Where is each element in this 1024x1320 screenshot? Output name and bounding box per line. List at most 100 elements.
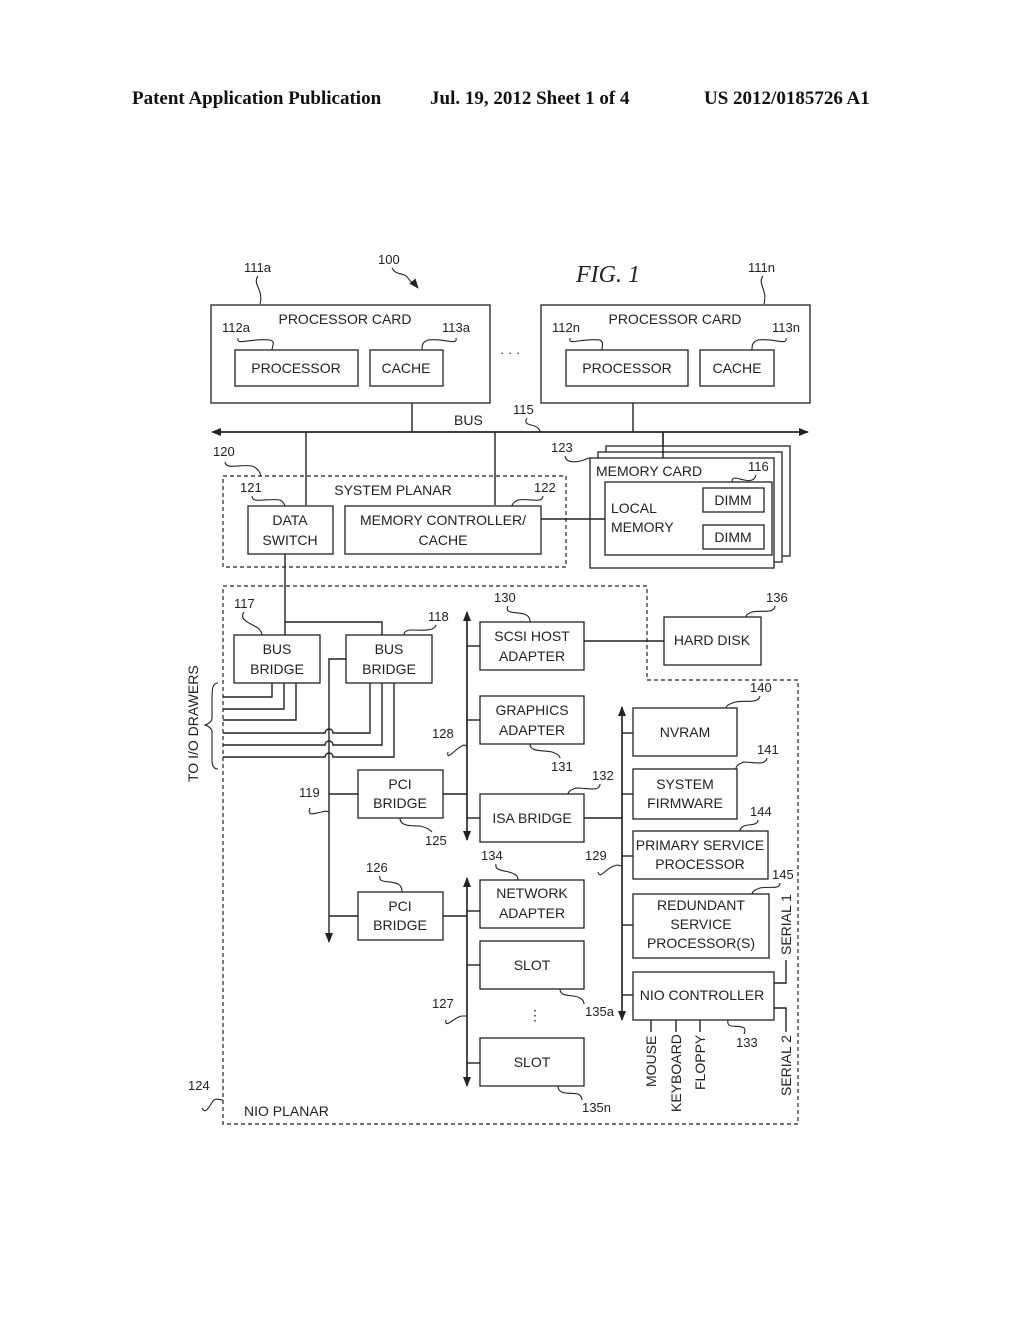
svg-text:LOCAL: LOCAL [611,500,657,516]
hard-disk: HARD DISK 136 [663,590,788,666]
svg-text:PROCESSOR(S): PROCESSOR(S) [647,935,755,951]
svg-text:ADAPTER: ADAPTER [499,722,565,738]
svg-text:DATA: DATA [272,512,308,528]
io-drawers-label: TO I/O DRAWERS [185,665,201,782]
svg-text:SCSI HOST: SCSI HOST [494,628,570,644]
svg-text:BUS: BUS [263,641,292,657]
figure-title: FIG. 1 [575,262,640,288]
svg-text:DIMM: DIMM [714,529,751,545]
svg-text:PCI: PCI [388,776,411,792]
svg-text:145: 145 [772,867,794,882]
processor-card-a: PROCESSOR CARD 111a PROCESSOR 112a CACHE… [210,260,491,404]
svg-text:NIO PLANAR: NIO PLANAR [244,1103,329,1119]
dimm-1: DIMM [702,487,765,513]
port-floppy: FLOPPY [692,1034,708,1090]
svg-text:132: 132 [592,768,614,783]
svg-text:MEMORY CONTROLLER/: MEMORY CONTROLLER/ [360,512,526,528]
slot-135a: SLOT 135a [479,940,615,1019]
pci-bridge-126: PCI BRIDGE 126 [329,860,467,941]
svg-text:SYSTEM: SYSTEM [656,776,714,792]
svg-text:113n: 113n [772,320,800,335]
svg-text:MEMORY: MEMORY [611,519,674,535]
svg-text:134: 134 [481,848,503,863]
processor-cards-ellipsis: · · · [500,345,520,360]
svg-text:NIO CONTROLLER: NIO CONTROLLER [640,987,764,1003]
svg-text:128: 128 [432,726,454,741]
svg-text:117: 117 [234,596,255,611]
port-serial-1: SERIAL 1 [778,894,794,955]
svg-text:PROCESSOR: PROCESSOR [582,360,671,376]
svg-text:144: 144 [750,804,772,819]
svg-text:PRIMARY SERVICE: PRIMARY SERVICE [636,837,764,853]
bus-bridge-117: BUS BRIDGE 117 [233,596,321,684]
svg-text:NETWORK: NETWORK [496,885,568,901]
port-serial-2: SERIAL 2 [778,1035,794,1096]
svg-text:126: 126 [366,860,388,875]
dimm-2: DIMM [702,524,765,550]
svg-text:127: 127 [432,996,454,1011]
slots-ellipsis: ⋮ [528,1007,542,1023]
svg-text:PROCESSOR CARD: PROCESSOR CARD [278,311,411,327]
svg-text:ADAPTER: ADAPTER [499,648,565,664]
svg-text:HARD DISK: HARD DISK [674,632,751,648]
svg-text:124: 124 [188,1078,210,1093]
svg-text:NVRAM: NVRAM [660,724,711,740]
svg-text:DIMM: DIMM [714,492,751,508]
pci-bridge-125: PCI BRIDGE 125 [329,769,467,848]
svg-text:121: 121 [240,480,262,495]
svg-text:PCI: PCI [388,898,411,914]
svg-text:BUS: BUS [375,641,404,657]
svg-text:MEMORY CARD: MEMORY CARD [596,463,702,479]
svg-text:122: 122 [534,480,556,495]
svg-text:GRAPHICS: GRAPHICS [495,702,568,718]
isa-bridge: ISA BRIDGE 132 [479,768,622,843]
svg-text:SYSTEM PLANAR: SYSTEM PLANAR [334,482,451,498]
svg-text:129: 129 [585,848,607,863]
memory-card: MEMORY CARD 123 LOCAL MEMORY 116 DIMM DI… [541,432,791,569]
svg-text:130: 130 [494,590,516,605]
svg-text:135a: 135a [585,1004,615,1019]
svg-text:123: 123 [551,440,573,455]
svg-text:BRIDGE: BRIDGE [362,661,416,677]
svg-text:120: 120 [213,444,235,459]
redundant-service-processor: REDUNDANT SERVICE PROCESSOR(S) 145 [632,867,794,959]
svg-text:118: 118 [428,609,449,624]
svg-text:PROCESSOR: PROCESSOR [655,856,744,872]
svg-text:125: 125 [425,833,447,848]
data-switch: DATA SWITCH 121 [240,480,334,555]
svg-text:BRIDGE: BRIDGE [373,917,427,933]
port-keyboard: KEYBOARD [668,1034,684,1112]
slot-135n: SLOT 135n [479,1037,611,1115]
block-diagram: FIG. 1 100 PROCESSOR CARD 111a PROCESSOR… [185,252,811,1125]
svg-text:BRIDGE: BRIDGE [250,661,304,677]
svg-text:119: 119 [299,785,320,800]
svg-text:SERVICE: SERVICE [670,916,731,932]
svg-text:SWITCH: SWITCH [262,532,317,548]
svg-text:SLOT: SLOT [514,957,551,973]
port-mouse: MOUSE [643,1036,659,1087]
svg-text:111a: 111a [244,260,272,275]
graphics-adapter: GRAPHICS ADAPTER 131 [479,695,585,774]
svg-text:131: 131 [551,759,573,774]
nvram: NVRAM 140 [632,680,772,757]
svg-text:100: 100 [378,252,400,267]
svg-text:REDUNDANT: REDUNDANT [657,897,745,913]
svg-text:BRIDGE: BRIDGE [373,795,427,811]
svg-text:PROCESSOR: PROCESSOR [251,360,340,376]
isa-bus-129: 129 [585,706,633,1021]
svg-text:BUS: BUS [454,412,483,428]
svg-text:CACHE: CACHE [381,360,430,376]
svg-text:116: 116 [748,459,769,474]
system-ref-100: 100 [378,252,419,289]
network-adapter: NETWORK ADAPTER 134 [479,848,585,929]
svg-text:135n: 135n [582,1100,611,1115]
svg-text:PROCESSOR CARD: PROCESSOR CARD [608,311,741,327]
bus-bridge-118: BUS BRIDGE 118 [345,609,449,684]
svg-text:CACHE: CACHE [712,360,761,376]
svg-text:115: 115 [513,402,534,417]
svg-text:140: 140 [750,680,772,695]
svg-text:111n: 111n [748,260,775,275]
svg-text:FIRMWARE: FIRMWARE [647,795,723,811]
svg-text:112a: 112a [222,320,251,335]
svg-text:ISA BRIDGE: ISA BRIDGE [492,810,571,826]
